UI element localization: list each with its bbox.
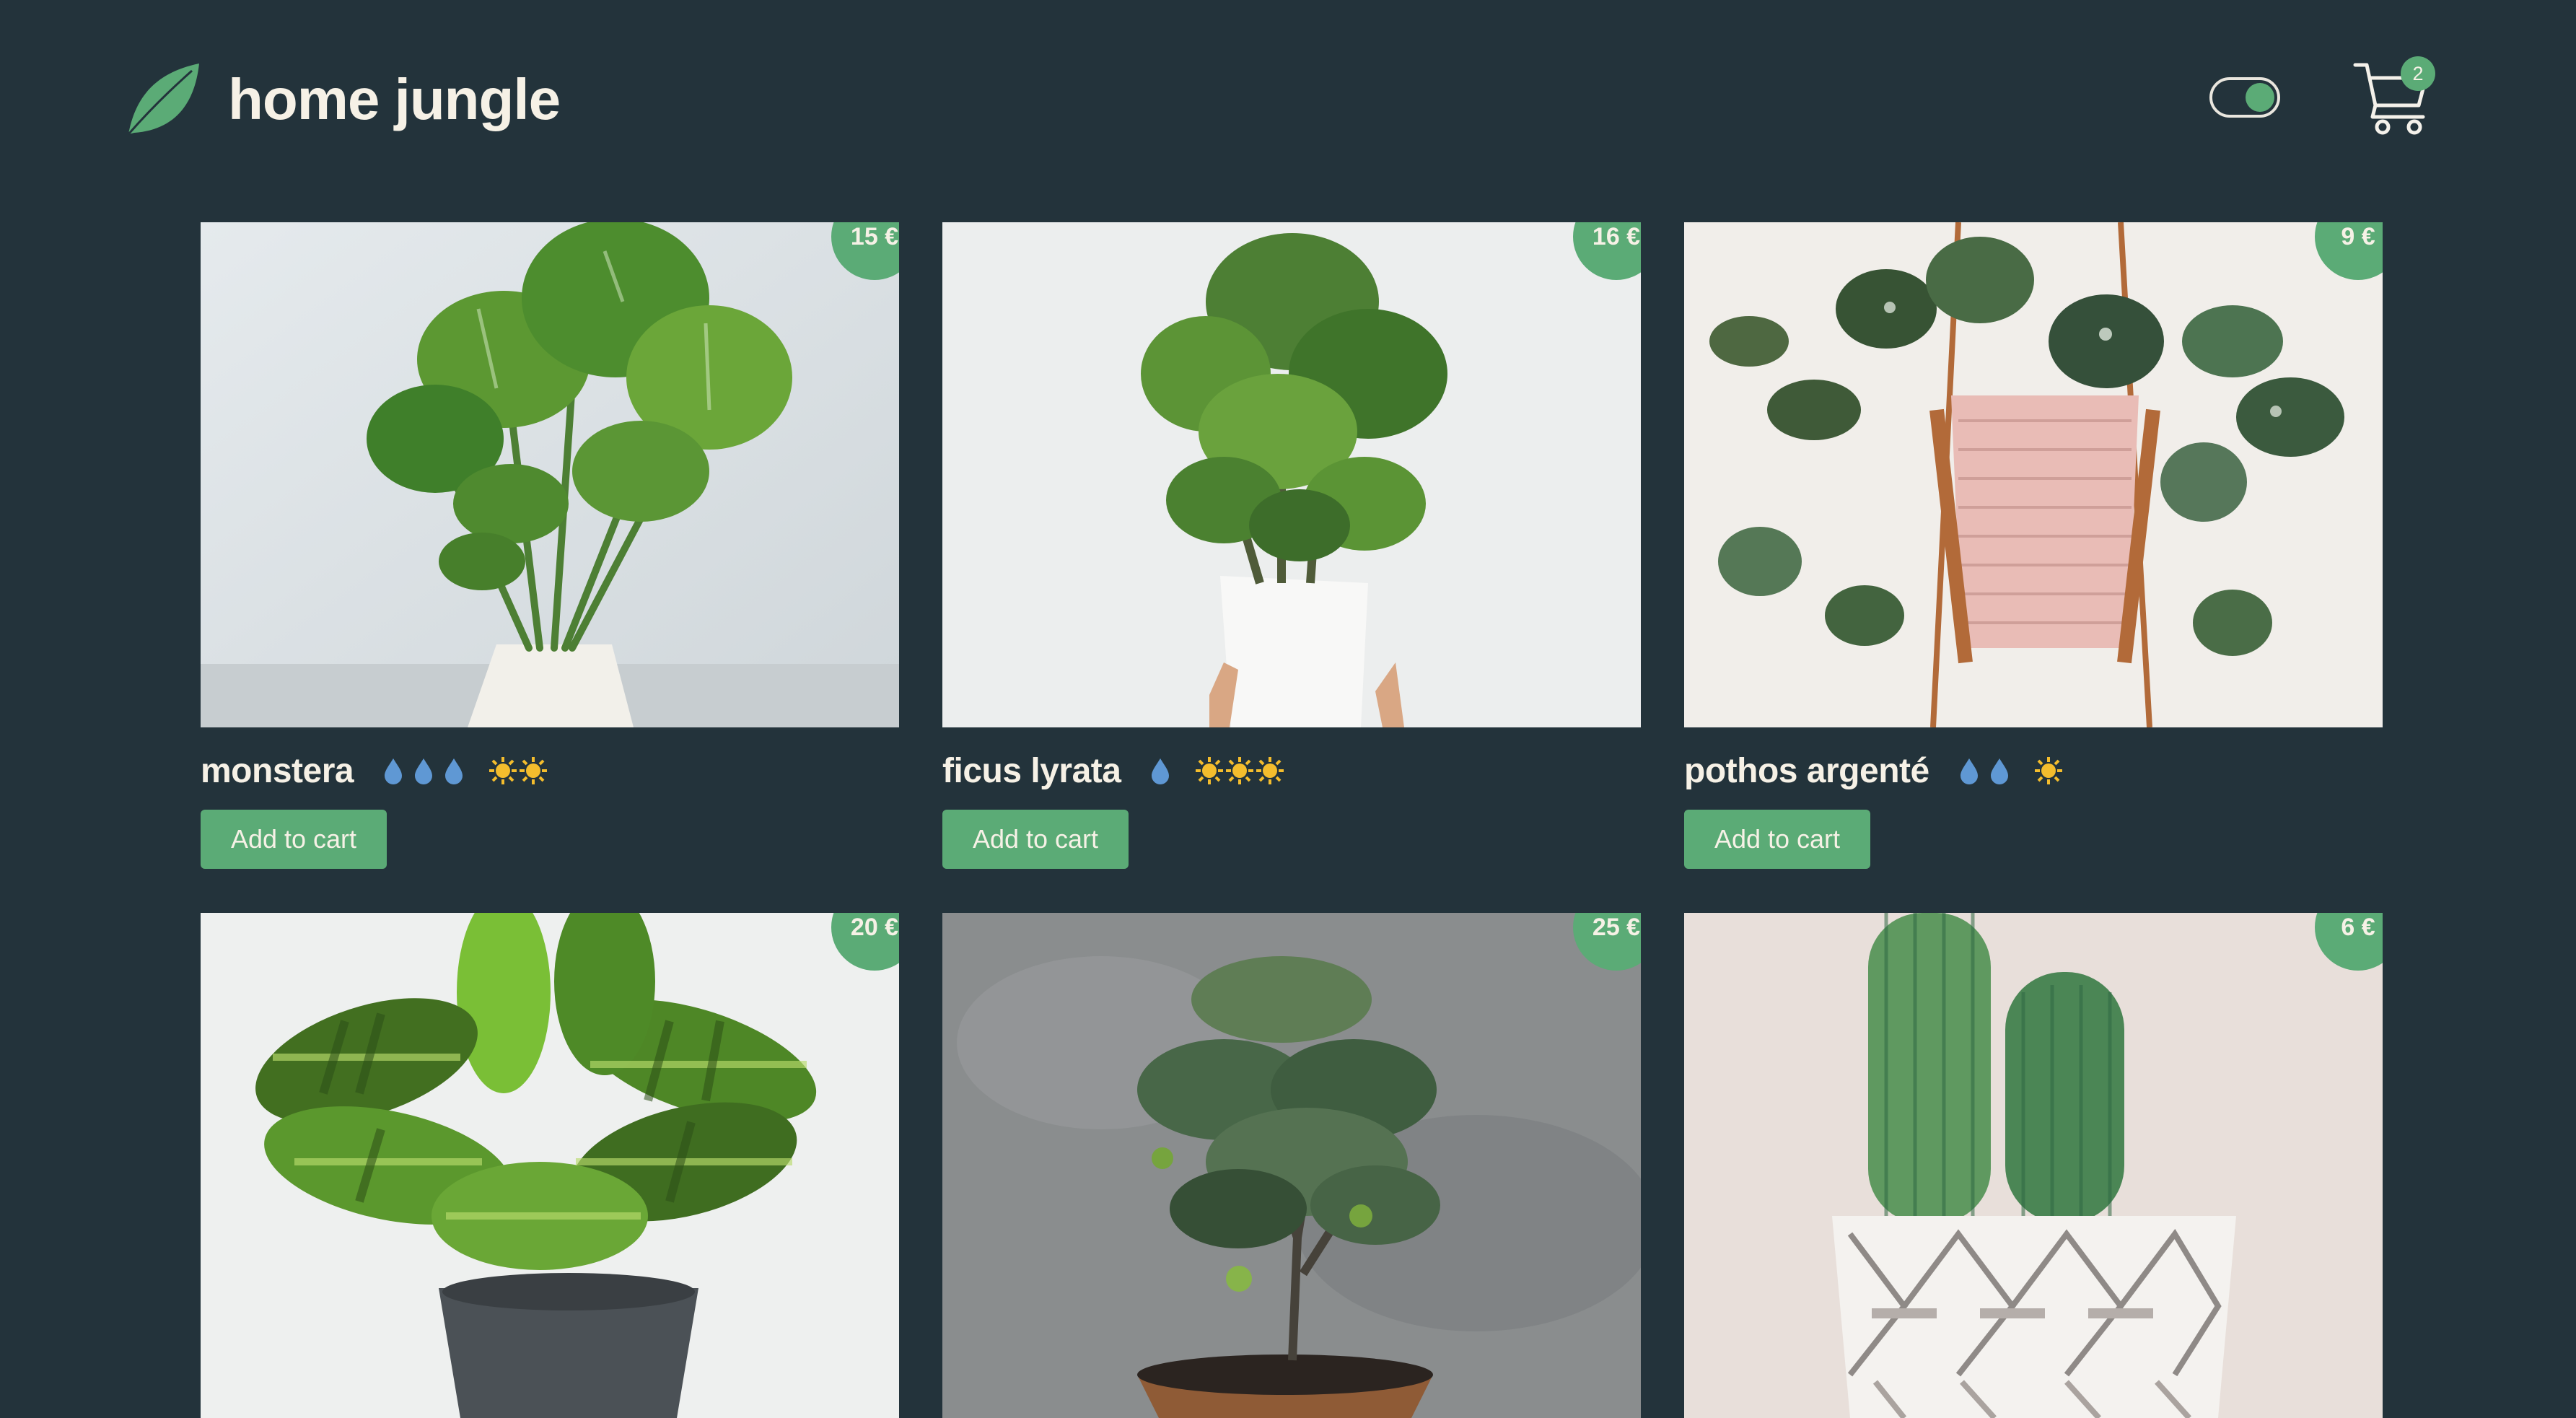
water-drop-icon (1960, 758, 1978, 784)
sun-icon (1256, 757, 1284, 784)
product-info: monstera (201, 743, 567, 798)
sun-icon (1196, 757, 1224, 784)
product-name: monstera (201, 751, 354, 790)
water-rating (1954, 756, 2015, 786)
product-image-olive-tree: 25 € (942, 913, 1641, 1418)
pothos-photo (1684, 222, 2383, 727)
light-rating (1194, 756, 1285, 786)
cart-count-badge: 2 (2401, 56, 2435, 91)
add-to-cart-button[interactable]: Add to cart (942, 810, 1129, 869)
product-image-calathea: 20 € (201, 913, 899, 1418)
light-rating (488, 756, 548, 786)
cactus-photo (1684, 913, 2383, 1418)
product-image-ficus-lyrata: 16 € (942, 222, 1641, 727)
water-drop-icon (445, 758, 463, 784)
leaf-icon (127, 64, 199, 135)
product-image-cactus: 6 € (1684, 913, 2383, 1418)
theme-toggle[interactable] (2209, 77, 2280, 118)
product-image-pothos-argente: 9 € (1684, 222, 2383, 727)
product-name: pothos argenté (1684, 751, 1929, 790)
add-to-cart-button[interactable]: Add to cart (201, 810, 387, 869)
sun-icon (1226, 757, 1254, 784)
site-title: home jungle (228, 67, 561, 131)
site-header: home jungle 2 (0, 0, 2576, 202)
water-rating (378, 756, 469, 786)
product-info: ficus lyrata (942, 743, 1304, 798)
calathea-photo (201, 913, 899, 1418)
sun-icon (489, 757, 517, 784)
ficus-photo (942, 222, 1641, 727)
toggle-knob (2246, 83, 2274, 112)
light-rating (2033, 756, 2064, 786)
product-image-monstera: 15 € (201, 222, 899, 727)
add-to-cart-button[interactable]: Add to cart (1684, 810, 1870, 869)
olive-photo (942, 913, 1641, 1418)
water-drop-icon (1990, 758, 2008, 784)
product-name: ficus lyrata (942, 751, 1121, 790)
monstera-photo (201, 222, 899, 727)
water-drop-icon (415, 758, 433, 784)
product-info: pothos argenté (1684, 743, 2082, 798)
water-drop-icon (1152, 758, 1170, 784)
sun-icon (520, 757, 548, 784)
water-rating (1145, 756, 1175, 786)
sun-icon (2034, 757, 2062, 784)
water-drop-icon (385, 758, 403, 784)
